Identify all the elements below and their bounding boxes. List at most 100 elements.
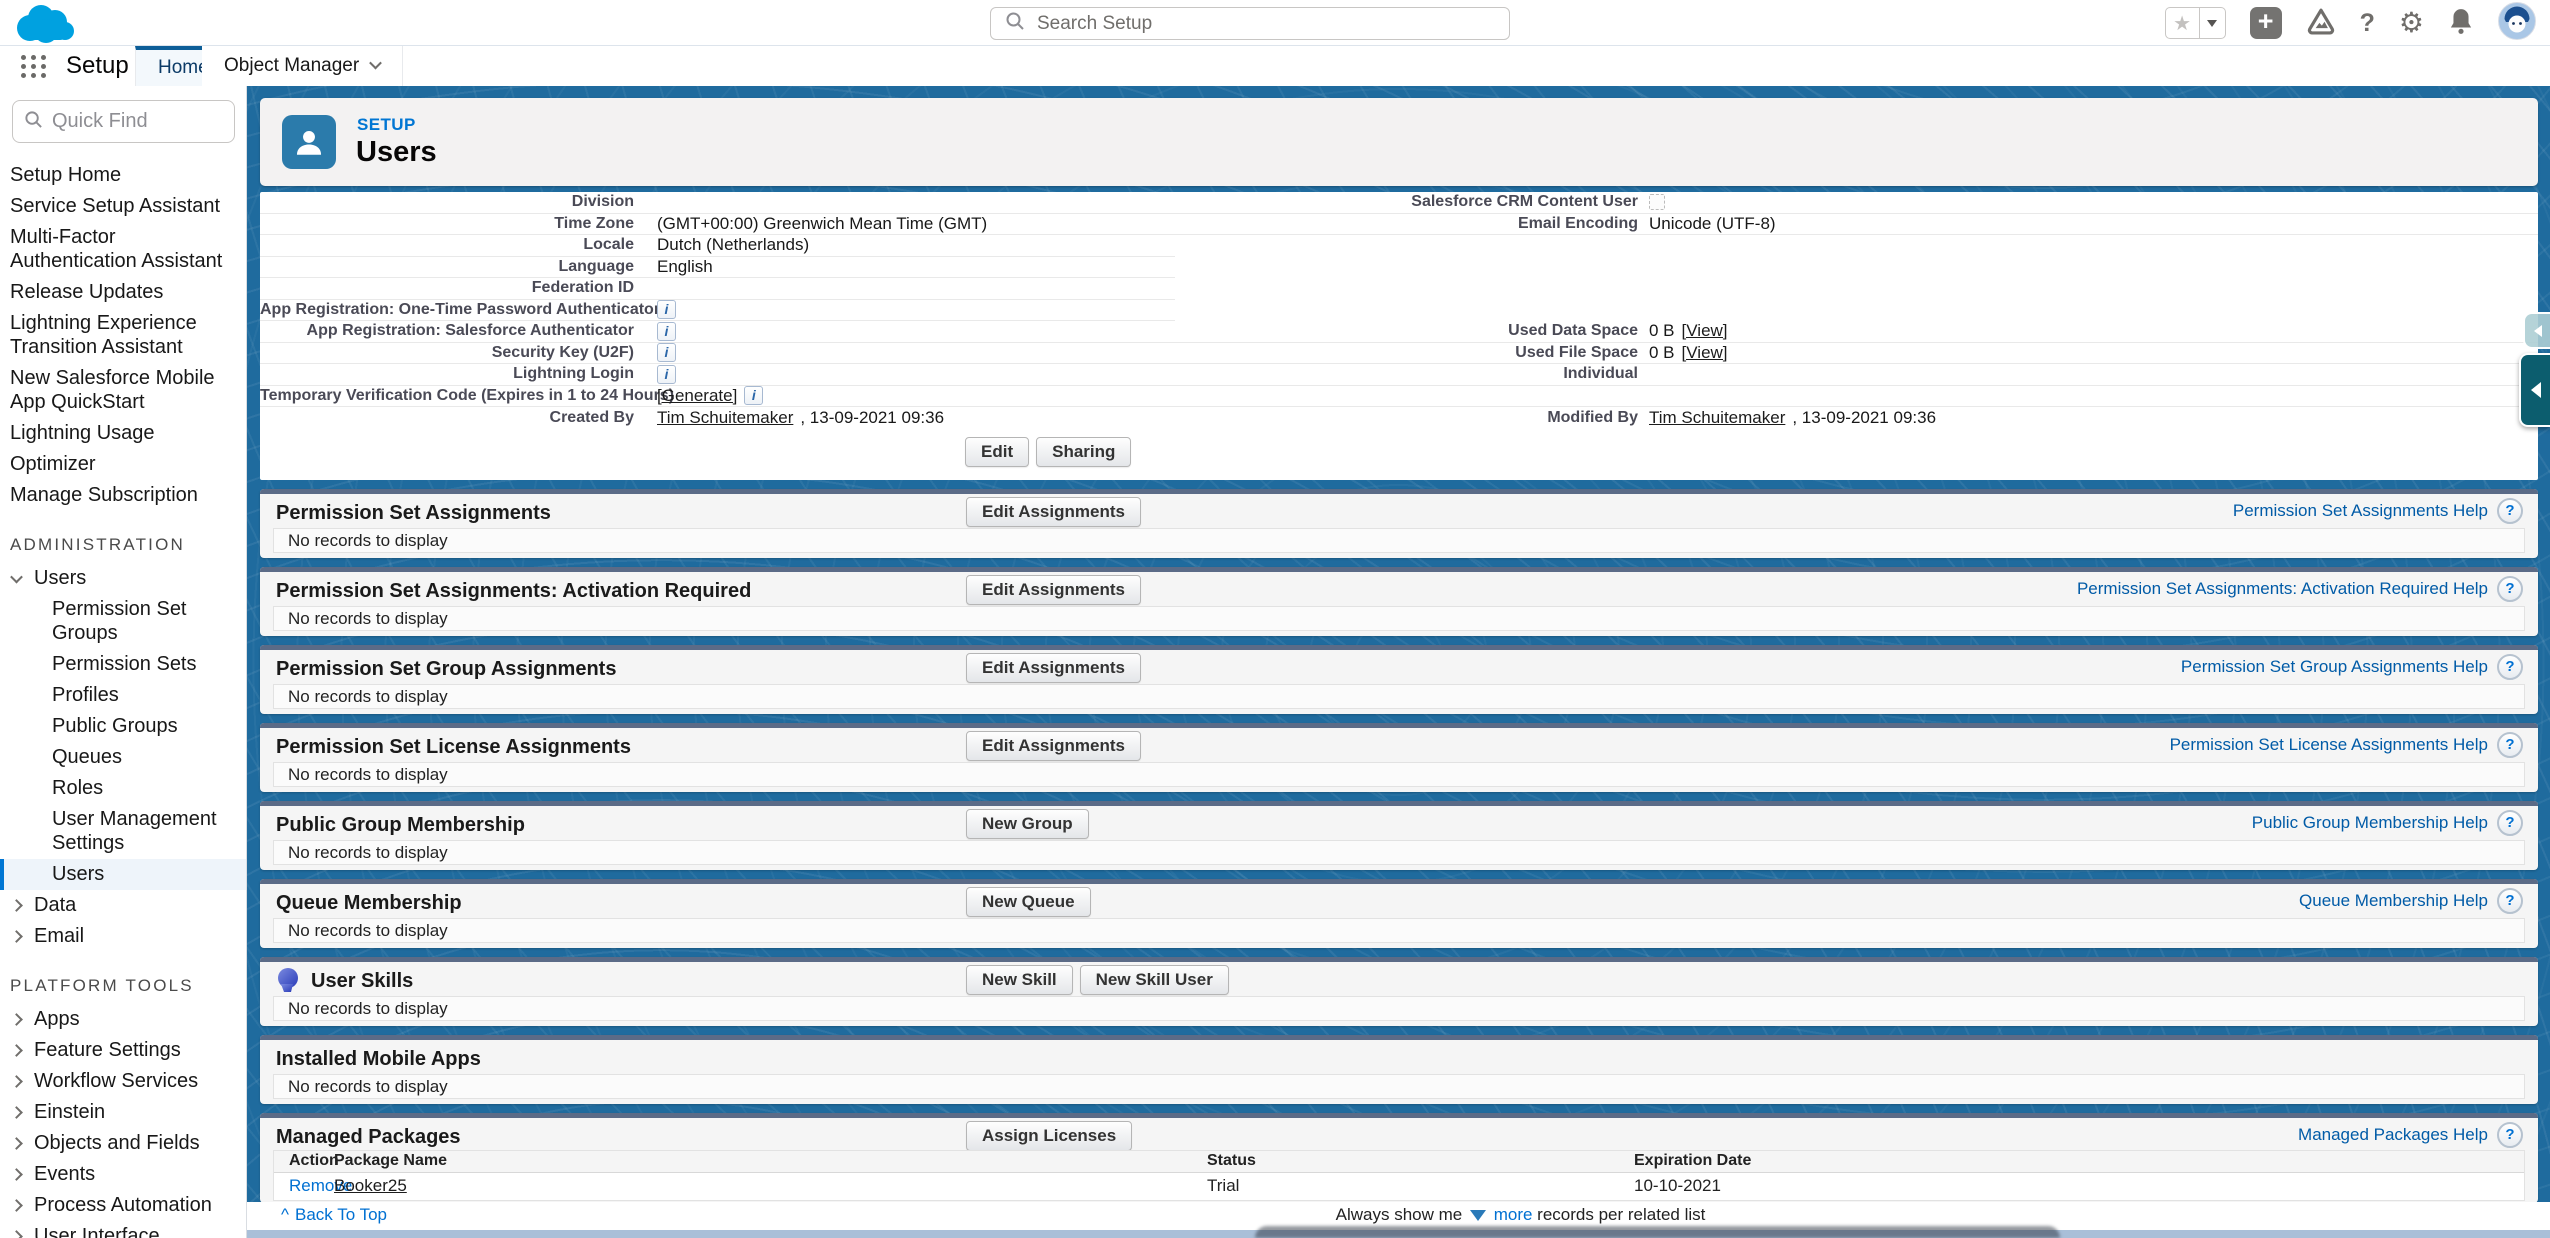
user-avatar[interactable]	[2498, 2, 2536, 45]
sidebar-item-data[interactable]: Data	[0, 890, 246, 921]
notifications-bell-icon[interactable]	[2448, 7, 2474, 40]
package-link[interactable]: Booker25	[334, 1176, 407, 1196]
related-list-top-bar	[260, 1035, 2538, 1040]
search-input[interactable]	[1037, 13, 1495, 35]
table-row: RemoveBooker25Trial10-10-2021	[274, 1173, 2524, 1200]
edit-assignments-button[interactable]: Edit Assignments	[966, 497, 1141, 527]
related-list-title: Permission Set License Assignments	[276, 736, 631, 759]
sidebar-item-queues[interactable]: Queues	[0, 742, 246, 773]
question-mark-icon[interactable]: ?	[2497, 576, 2523, 602]
status-cell: Trial	[1207, 1173, 1634, 1200]
sidebar-item-new-salesforce-mobile-app-quickstart[interactable]: New Salesforce Mobile App QuickStart	[0, 363, 246, 418]
info-icon[interactable]: i	[657, 365, 676, 384]
field-value: 0 B[View]	[1649, 321, 2538, 341]
sidebar-item-users[interactable]: Users	[0, 859, 246, 890]
global-actions-plus-icon[interactable]: +	[2250, 7, 2282, 39]
sidebar-item-workflow-services[interactable]: Workflow Services	[0, 1066, 246, 1097]
detail-buttons: EditSharing	[260, 429, 2538, 480]
column-header-action: Action	[274, 1151, 334, 1172]
bracket-link[interactable]: [Generate]	[657, 386, 737, 406]
question-mark-icon[interactable]: ?	[2497, 498, 2523, 524]
sidebar-item-objects-and-fields[interactable]: Objects and Fields	[0, 1128, 246, 1159]
chevron-right-icon	[10, 1075, 23, 1088]
sidebar-item-lightning-usage[interactable]: Lightning Usage	[0, 418, 246, 449]
global-header-icons: ★ + ? ⚙	[2165, 5, 2536, 41]
user-link[interactable]: Tim Schuitemaker	[657, 408, 793, 428]
chevron-right-icon	[10, 1230, 23, 1238]
user-link[interactable]: Tim Schuitemaker	[1649, 408, 1785, 428]
collapse-panel-tab-dark[interactable]	[2519, 353, 2550, 427]
sidebar-item-profiles[interactable]: Profiles	[0, 680, 246, 711]
edit-button[interactable]: Edit	[965, 437, 1029, 467]
field-label: Lightning Login	[260, 365, 657, 383]
sidebar-item-feature-settings[interactable]: Feature Settings	[0, 1035, 246, 1066]
info-icon[interactable]: i	[657, 343, 676, 362]
help-link[interactable]: Permission Set License Assignments Help	[2170, 735, 2488, 755]
help-link[interactable]: Public Group Membership Help	[2252, 813, 2488, 833]
bracket-link[interactable]: [View]	[1682, 343, 1728, 363]
question-mark-icon[interactable]: ?	[2497, 888, 2523, 914]
edit-assignments-button[interactable]: Edit Assignments	[966, 653, 1141, 683]
sidebar-item-multi-factor-authentication-assistant[interactable]: Multi-Factor Authentication Assistant	[0, 222, 246, 277]
guidance-center-icon[interactable]	[2306, 7, 2336, 40]
assign-licenses-button[interactable]: Assign Licenses	[966, 1121, 1132, 1151]
triangle-down-icon[interactable]	[1470, 1210, 1486, 1221]
sidebar-item-apps[interactable]: Apps	[0, 1004, 246, 1035]
sidebar-item-manage-subscription[interactable]: Manage Subscription	[0, 480, 246, 511]
quick-find-input[interactable]	[52, 110, 202, 133]
sidebar-item-einstein[interactable]: Einstein	[0, 1097, 246, 1128]
info-icon[interactable]: i	[744, 386, 763, 405]
sidebar-item-email[interactable]: Email	[0, 921, 246, 952]
question-mark-icon[interactable]: ?	[2497, 1122, 2523, 1148]
help-link[interactable]: Permission Set Assignments: Activation R…	[2077, 579, 2488, 599]
edit-assignments-button[interactable]: Edit Assignments	[966, 575, 1141, 605]
favorites-dropdown-icon[interactable]	[2200, 8, 2225, 38]
help-link[interactable]: Permission Set Assignments Help	[2233, 501, 2488, 521]
sidebar-item-optimizer[interactable]: Optimizer	[0, 449, 246, 480]
sidebar-section-title: ADMINISTRATION	[10, 535, 246, 555]
help-icon[interactable]: ?	[2360, 9, 2375, 38]
field-value: i	[657, 300, 1175, 319]
sidebar-sections: ADMINISTRATIONUsersPermission Set Groups…	[0, 535, 246, 1238]
new-skill-button[interactable]: New Skill	[966, 965, 1073, 995]
sidebar-item-permission-sets[interactable]: Permission Sets	[0, 649, 246, 680]
edit-assignments-button[interactable]: Edit Assignments	[966, 731, 1141, 761]
sidebar-item-users[interactable]: Users	[0, 563, 246, 594]
sidebar-item-lightning-experience-transition-assistant[interactable]: Lightning Experience Transition Assistan…	[0, 308, 246, 363]
setup-sidebar: Setup HomeService Setup AssistantMulti-F…	[0, 86, 247, 1238]
setup-gear-icon[interactable]: ⚙	[2399, 7, 2424, 39]
question-mark-icon[interactable]: ?	[2497, 810, 2523, 836]
question-mark-icon[interactable]: ?	[2497, 654, 2523, 680]
favorites-star-icon[interactable]: ★	[2166, 8, 2200, 38]
field-value	[1649, 194, 2538, 210]
detail-row: Used File Space0 B[View]	[1175, 343, 2538, 365]
tab-object-manager[interactable]: Object Manager	[202, 46, 403, 86]
sidebar-item-permission-set-groups[interactable]: Permission Set Groups	[0, 594, 246, 649]
sidebar-item-label: Process Automation	[34, 1193, 212, 1217]
sidebar-item-service-setup-assistant[interactable]: Service Setup Assistant	[0, 191, 246, 222]
sidebar-item-user-management-settings[interactable]: User Management Settings	[0, 804, 246, 859]
more-records-link[interactable]: more	[1494, 1205, 1533, 1224]
app-launcher-icon[interactable]	[18, 53, 48, 80]
info-icon[interactable]: i	[657, 300, 676, 319]
checkbox-unchecked[interactable]	[1649, 194, 1665, 210]
help-link[interactable]: Permission Set Group Assignments Help	[2181, 657, 2488, 677]
question-mark-icon[interactable]: ?	[2497, 732, 2523, 758]
sidebar-item-user-interface[interactable]: User Interface	[0, 1221, 246, 1238]
sidebar-item-public-groups[interactable]: Public Groups	[0, 711, 246, 742]
help-link[interactable]: Queue Membership Help	[2299, 891, 2488, 911]
bracket-link[interactable]: [View]	[1682, 321, 1728, 341]
sidebar-item-setup-home[interactable]: Setup Home	[0, 160, 246, 191]
new-skill-user-button[interactable]: New Skill User	[1080, 965, 1229, 995]
info-icon[interactable]: i	[657, 322, 676, 341]
sharing-button[interactable]: Sharing	[1036, 437, 1131, 467]
field-label: App Registration: One-Time Password Auth…	[260, 301, 657, 319]
sidebar-item-process-automation[interactable]: Process Automation	[0, 1190, 246, 1221]
new-group-button[interactable]: New Group	[966, 809, 1089, 839]
help-link[interactable]: Managed Packages Help	[2298, 1125, 2488, 1145]
collapse-panel-tab-light[interactable]	[2523, 312, 2550, 349]
sidebar-item-events[interactable]: Events	[0, 1159, 246, 1190]
sidebar-item-roles[interactable]: Roles	[0, 773, 246, 804]
sidebar-item-release-updates[interactable]: Release Updates	[0, 277, 246, 308]
new-queue-button[interactable]: New Queue	[966, 887, 1091, 917]
